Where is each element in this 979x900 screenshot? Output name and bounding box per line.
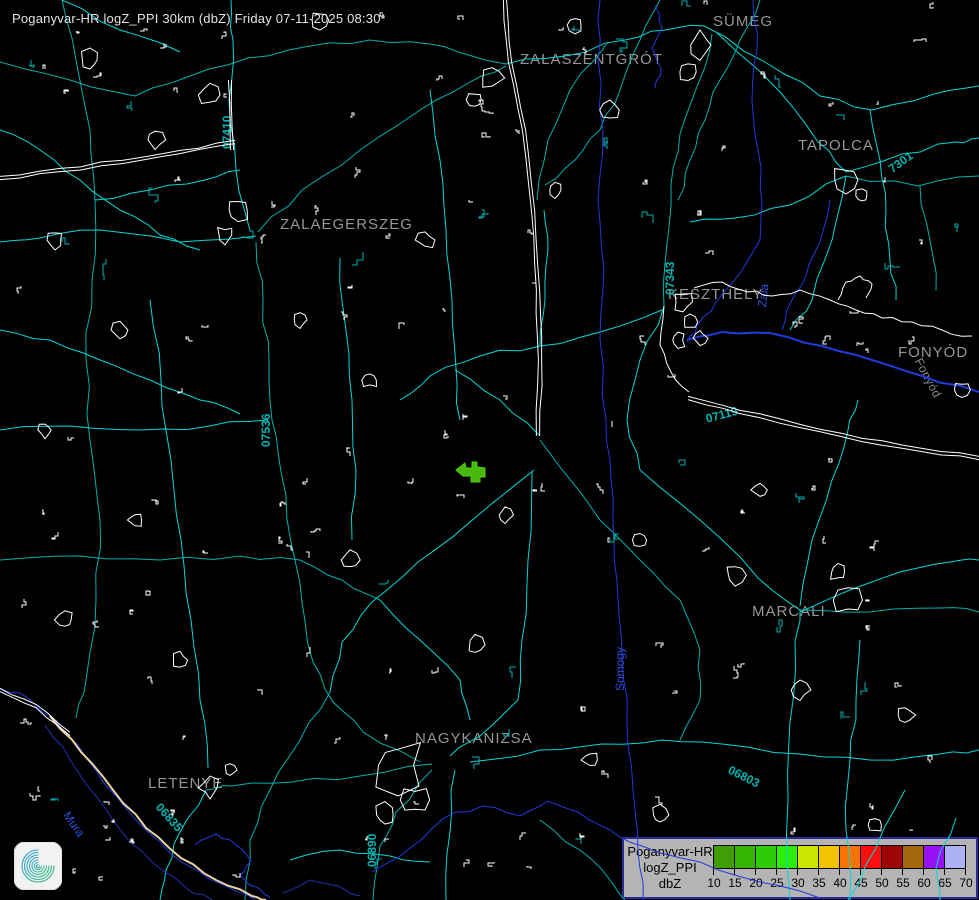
city-label: LETENYE: [148, 775, 223, 792]
road-number-label: 06890: [365, 834, 379, 867]
city-label: ZALASZENTGRÓT: [520, 51, 663, 68]
radar-product-title: Poganyvar-HR logZ_PPI 30km (dbZ) Friday …: [12, 11, 381, 26]
city-label: NAGYKANIZSA: [415, 730, 533, 747]
radar-view: Poganyvar-HR logZ_PPI dbZ 10152025303540…: [0, 0, 979, 900]
road-number-label: 07343: [663, 262, 677, 295]
city-label: ZALAEGERSZEG: [280, 216, 413, 233]
area-label: Fonyód: [912, 356, 945, 401]
road-number-label: 06835: [153, 800, 186, 834]
map-labels-layer: SÜMEG ZALASZENTGRÓT TAPOLCA ZALAEGERSZEG KES…: [0, 0, 979, 900]
road-number-label: 06803: [726, 763, 762, 791]
provider-logo-icon: [14, 842, 62, 890]
water-label: Zala: [755, 283, 771, 308]
road-number-label: 07410: [220, 116, 234, 149]
road-number-label: 07536: [259, 414, 273, 447]
city-label: FONYÓD: [898, 344, 968, 361]
city-label: TAPOLCA: [798, 137, 874, 154]
city-label: SÜMEG: [713, 13, 773, 30]
road-number-label: 07119: [704, 404, 739, 426]
water-label: Mura: [60, 809, 87, 839]
road-number-label: 7301: [886, 149, 916, 176]
water-label: Somogy: [613, 647, 627, 691]
city-label: KESZTHELY: [668, 286, 763, 303]
city-label: MARCALI: [752, 603, 826, 620]
